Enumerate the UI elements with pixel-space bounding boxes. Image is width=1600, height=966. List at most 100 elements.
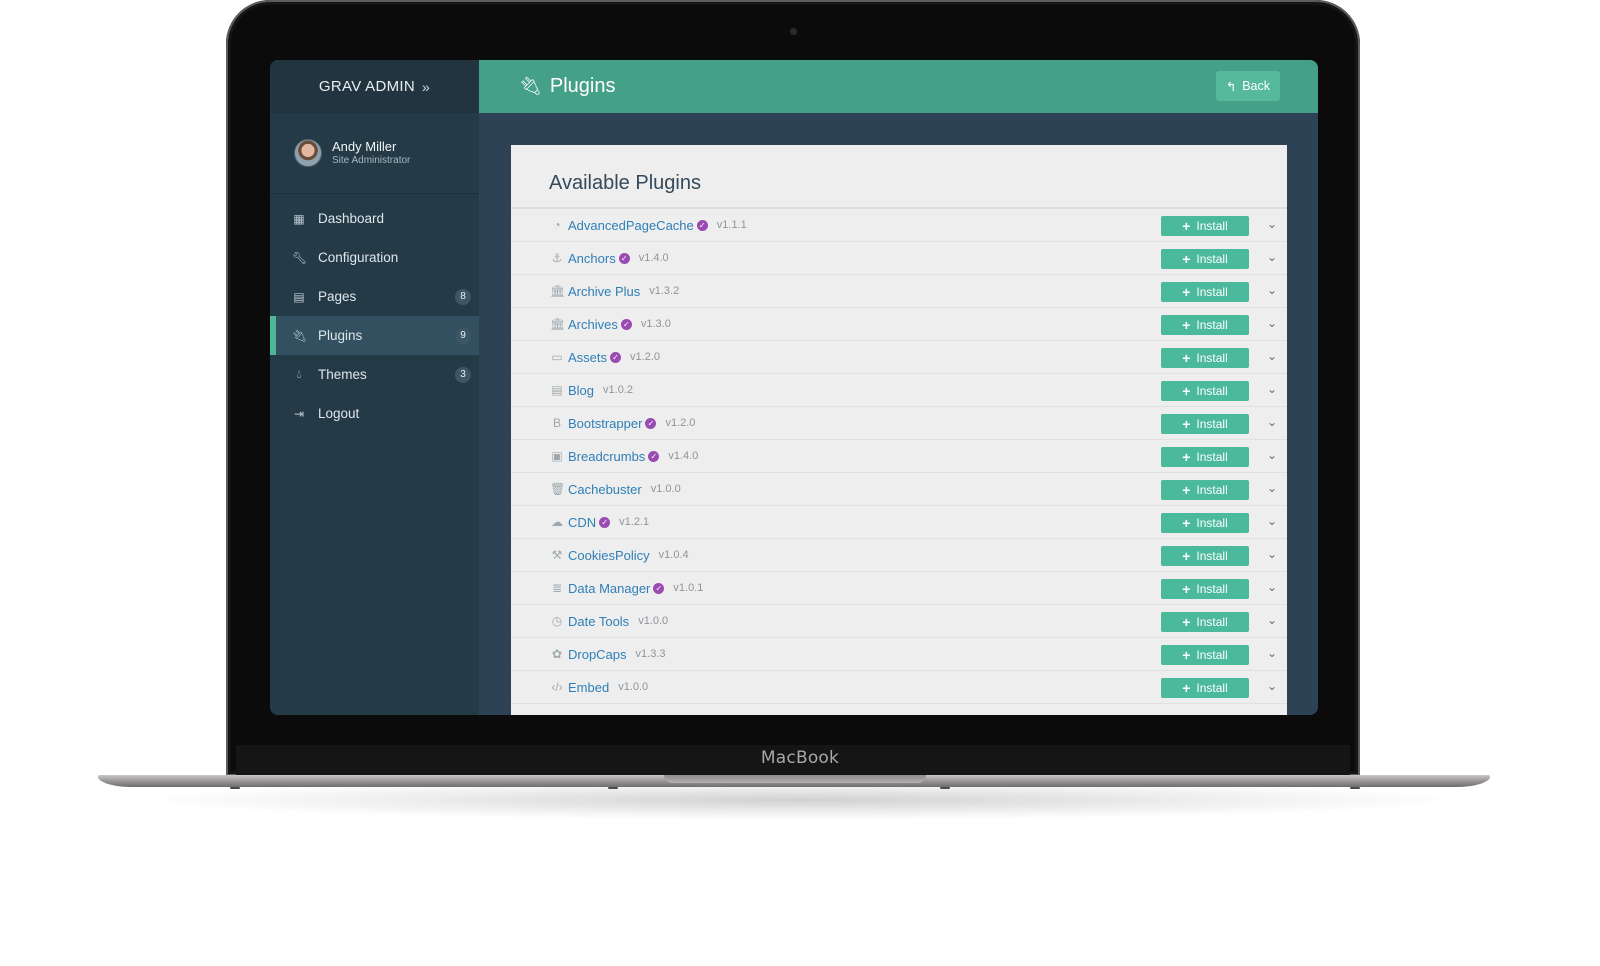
device-brand-label: MacBook bbox=[760, 748, 840, 768]
plus-icon: + bbox=[1182, 614, 1191, 630]
plugin-version: v1.0.0 bbox=[650, 483, 681, 495]
plugin-row: ▭ Assets ✓ v1.2.0 + Install ⌄ bbox=[511, 341, 1287, 374]
sidebar-item-pages[interactable]: ▤ Pages 8 bbox=[270, 277, 479, 316]
chevron-down-icon[interactable]: ⌄ bbox=[1265, 514, 1279, 528]
install-button[interactable]: + Install bbox=[1161, 546, 1249, 566]
sidebar-item-themes[interactable]: 💧︎ Themes 3 bbox=[270, 355, 479, 394]
install-button-label: Install bbox=[1196, 582, 1228, 596]
file-icon: ▤ bbox=[293, 289, 305, 304]
chevron-down-icon[interactable]: ⌄ bbox=[1265, 448, 1279, 462]
install-button[interactable]: + Install bbox=[1161, 414, 1249, 434]
chevron-down-icon[interactable]: ⌄ bbox=[1265, 646, 1279, 660]
plugin-name-link[interactable]: Archives bbox=[568, 317, 618, 332]
plugin-name-link[interactable]: CookiesPolicy bbox=[568, 548, 650, 563]
install-button[interactable]: + Install bbox=[1161, 480, 1249, 500]
chevron-down-icon[interactable]: ⌄ bbox=[1265, 481, 1279, 495]
chevron-down-icon[interactable]: ⌄ bbox=[1265, 250, 1279, 264]
laptop-foot bbox=[608, 787, 618, 789]
install-button-label: Install bbox=[1196, 219, 1228, 233]
sidebar-nav: ▦ Dashboard 🔧︎ Configuration ▤ Pages 8 🔌︎ Plugin… bbox=[270, 199, 479, 433]
install-button[interactable]: + Install bbox=[1161, 348, 1249, 368]
chevron-down-icon[interactable]: ⌄ bbox=[1265, 382, 1279, 396]
plugin-name-link[interactable]: Date Tools bbox=[568, 614, 629, 629]
install-button[interactable]: + Install bbox=[1161, 678, 1249, 698]
count-badge: 8 bbox=[455, 289, 471, 305]
plugin-name-link[interactable]: Data Manager bbox=[568, 581, 650, 596]
plus-icon: + bbox=[1182, 581, 1191, 597]
install-button-label: Install bbox=[1196, 318, 1228, 332]
plugin-version: v1.0.0 bbox=[638, 615, 669, 627]
laptop-base-notch bbox=[664, 775, 926, 783]
sidebar-item-logout[interactable]: ⇥ Logout bbox=[270, 394, 479, 433]
app-brand: GRAV ADMIN bbox=[318, 78, 415, 95]
verified-check-icon: ✓ bbox=[645, 417, 657, 429]
install-button[interactable]: + Install bbox=[1161, 645, 1249, 665]
user-role: Site Administrator bbox=[332, 154, 411, 166]
plus-icon: + bbox=[1182, 383, 1191, 399]
chevron-down-icon[interactable]: ⌄ bbox=[1265, 580, 1279, 594]
install-button[interactable]: + Install bbox=[1161, 381, 1249, 401]
install-button[interactable]: + Install bbox=[1161, 249, 1249, 269]
chevron-down-icon[interactable]: ⌄ bbox=[1265, 613, 1279, 627]
count-badge: 3 bbox=[455, 367, 471, 383]
sidebar-item-dashboard[interactable]: ▦ Dashboard bbox=[270, 199, 479, 238]
install-button[interactable]: + Install bbox=[1161, 579, 1249, 599]
plus-icon: + bbox=[1182, 548, 1191, 564]
sidebar-item-plugins[interactable]: 🔌︎ Plugins 9 bbox=[270, 316, 479, 355]
tint-icon: 💧︎ bbox=[296, 367, 302, 381]
back-button[interactable]: ↰ Back bbox=[1215, 71, 1280, 101]
install-button[interactable]: + Install bbox=[1161, 282, 1249, 302]
plus-icon: + bbox=[1182, 482, 1191, 498]
plugin-row: ⚓︎ Anchors ✓ v1.4.0 + Install ⌄ bbox=[511, 242, 1287, 275]
install-button-label: Install bbox=[1196, 285, 1228, 299]
trash-icon: 🗑︎ bbox=[550, 482, 566, 496]
plugin-name-link[interactable]: Anchors bbox=[568, 251, 616, 266]
chevron-down-icon[interactable]: ⌄ bbox=[1265, 316, 1279, 330]
chevron-down-icon[interactable]: ⌄ bbox=[1265, 217, 1279, 231]
university-icon: 🏛︎ bbox=[550, 317, 566, 331]
laptop-foot bbox=[1350, 787, 1360, 789]
plugin-name-link[interactable]: Bootstrapper bbox=[568, 416, 642, 431]
plugin-version: v1.0.2 bbox=[603, 384, 633, 396]
chevron-down-icon[interactable]: ⌄ bbox=[1265, 415, 1279, 429]
verified-check-icon: ✓ bbox=[696, 219, 708, 231]
install-button[interactable]: + Install bbox=[1161, 447, 1249, 467]
plugin-row: ▣ Breadcrumbs ✓ v1.4.0 + Install ⌄ bbox=[511, 440, 1287, 473]
plus-icon: + bbox=[1182, 515, 1191, 531]
plugin-name-link[interactable]: Breadcrumbs bbox=[568, 449, 645, 464]
caret-square-icon: ▣ bbox=[551, 449, 563, 463]
chevron-down-icon[interactable]: ⌄ bbox=[1265, 679, 1279, 693]
install-button[interactable]: + Install bbox=[1161, 513, 1249, 533]
brand-link[interactable]: GRAV ADMIN » bbox=[270, 60, 479, 113]
plugin-name-link[interactable]: Blog bbox=[568, 383, 594, 398]
plus-icon: + bbox=[1182, 449, 1191, 465]
plug-icon: 🔌︎ bbox=[519, 76, 542, 96]
sidebar-item-configuration[interactable]: 🔧︎ Configuration bbox=[270, 238, 479, 277]
sidebar: GRAV ADMIN » Andy Miller Site Administra… bbox=[270, 60, 479, 715]
plugin-name-link[interactable]: Cachebuster bbox=[568, 482, 642, 497]
plugin-name-link[interactable]: AdvancedPageCache bbox=[568, 218, 694, 233]
install-button[interactable]: + Install bbox=[1161, 216, 1249, 236]
plugin-name-link[interactable]: Archive Plus bbox=[568, 284, 640, 299]
plugin-name-link[interactable]: DropCaps bbox=[568, 647, 627, 662]
sidebar-item-label: Plugins bbox=[318, 328, 363, 343]
plugin-row: 🏛︎ Archives ✓ v1.3.0 + Install ⌄ bbox=[511, 308, 1287, 341]
chevron-down-icon[interactable]: ⌄ bbox=[1265, 547, 1279, 561]
install-button[interactable]: + Install bbox=[1161, 315, 1249, 335]
app-screen: GRAV ADMIN » Andy Miller Site Administra… bbox=[270, 60, 1318, 715]
chevron-down-icon[interactable]: ⌄ bbox=[1265, 349, 1279, 363]
install-button-label: Install bbox=[1196, 351, 1228, 365]
install-button-label: Install bbox=[1196, 252, 1228, 266]
plugin-name-link[interactable]: Embed bbox=[568, 680, 609, 695]
plus-icon: + bbox=[1182, 317, 1191, 333]
plugin-name-link[interactable]: Assets bbox=[568, 350, 607, 365]
user-profile[interactable]: Andy Miller Site Administrator bbox=[270, 113, 479, 194]
chevron-down-icon[interactable]: ⌄ bbox=[1265, 283, 1279, 297]
sidebar-item-label: Configuration bbox=[318, 250, 399, 265]
install-button[interactable]: + Install bbox=[1161, 612, 1249, 632]
plugin-row: 🗑︎ Cachebuster v1.0.0 + Install ⌄ bbox=[511, 473, 1287, 506]
plugin-name-link[interactable]: CDN bbox=[568, 515, 596, 530]
plugin-version: v1.3.3 bbox=[635, 648, 666, 660]
plugins-panel: Available Plugins ◔ AdvancedPageCache ✓ v1.… bbox=[511, 145, 1287, 715]
install-button-label: Install bbox=[1196, 483, 1228, 497]
